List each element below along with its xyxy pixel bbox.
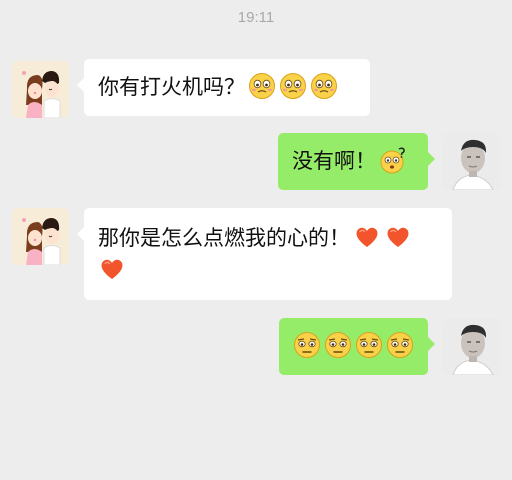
confused-question-face-icon	[379, 146, 407, 174]
sweat-face-icon	[248, 72, 276, 100]
message-bubble-outgoing[interactable]: 没有啊！	[278, 133, 435, 190]
my-avatar[interactable]	[443, 133, 500, 190]
couple-avatar-image	[12, 208, 69, 265]
worried-face-icon	[324, 331, 352, 359]
man-avatar-image	[443, 133, 500, 190]
sweat-face-icon	[279, 72, 307, 100]
man-avatar-image	[443, 318, 500, 375]
red-heart-icon	[384, 223, 412, 251]
message-bubble-incoming[interactable]: 你有打火机吗？	[77, 59, 370, 116]
message-text: 你有打火机吗？	[98, 75, 245, 99]
couple-avatar-image	[12, 61, 69, 118]
message-bubble-incoming[interactable]: 那你是怎么点燃我的心的！	[77, 208, 452, 300]
red-heart-icon	[353, 223, 381, 251]
worried-face-icon	[293, 331, 321, 359]
chat-timestamp: 19:11	[237, 9, 275, 26]
message-bubble-outgoing[interactable]	[279, 318, 435, 375]
message-text: 没有啊！	[292, 149, 376, 173]
worried-face-icon	[355, 331, 383, 359]
contact-avatar[interactable]	[12, 208, 69, 265]
red-heart-icon	[98, 255, 126, 283]
worried-face-icon	[386, 331, 414, 359]
sweat-face-icon	[310, 72, 338, 100]
contact-avatar[interactable]	[12, 61, 69, 118]
my-avatar[interactable]	[443, 318, 500, 375]
message-text: 那你是怎么点燃我的心的！	[98, 226, 350, 250]
